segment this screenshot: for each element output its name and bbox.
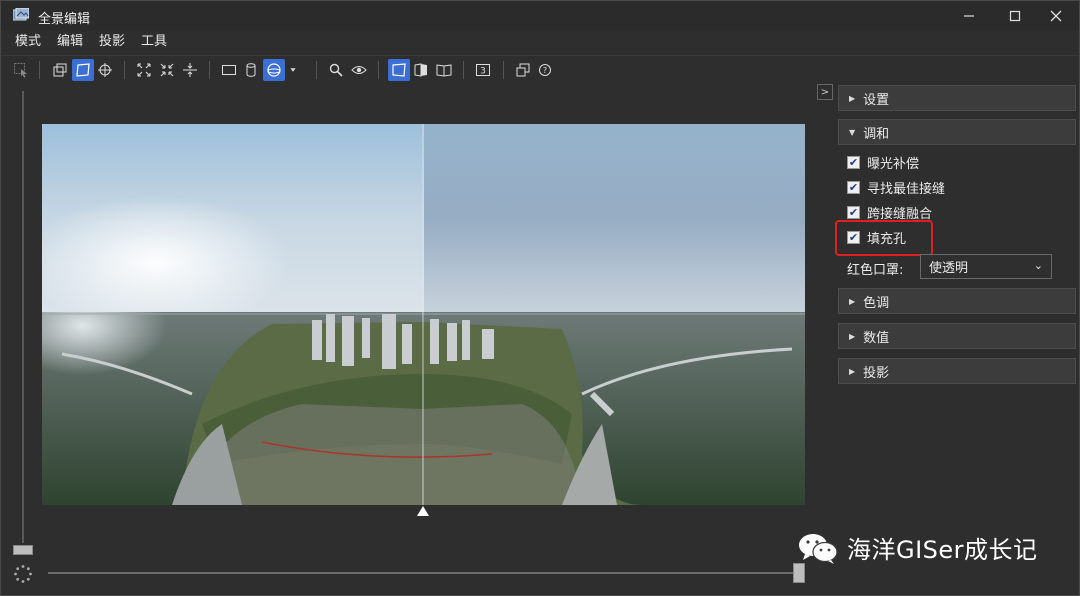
watermark-text: 海洋GISer成长记	[847, 536, 1038, 564]
warp-tool-button[interactable]	[72, 59, 94, 81]
select-cursor-icon	[14, 63, 27, 78]
section-tone[interactable]: ▶ 色调	[838, 288, 1076, 314]
title-bar: 全景编辑	[1, 1, 1079, 31]
option-blend-across-seams[interactable]: ✔ 跨接缝融合	[847, 202, 932, 222]
rectangle-icon	[222, 65, 236, 75]
view-split-button[interactable]	[410, 59, 432, 81]
export-window-icon	[516, 63, 530, 77]
close-button[interactable]	[1033, 1, 1079, 31]
compress-icon	[160, 63, 174, 77]
number-three-icon: 3	[476, 64, 490, 77]
close-icon	[1050, 10, 1062, 22]
layers-tool-button[interactable]	[49, 59, 71, 81]
panorama-view-icon	[392, 63, 406, 77]
section-label: 调和	[863, 126, 890, 142]
expand-icon	[137, 63, 151, 77]
cylindrical-button[interactable]	[240, 59, 262, 81]
spherical-button[interactable]	[263, 59, 285, 81]
view-book-button[interactable]	[433, 59, 455, 81]
option-exposure-compensation[interactable]: ✔ 曝光补偿	[847, 152, 919, 172]
triangle-right-icon: ▶	[849, 331, 856, 341]
half-view-icon	[414, 63, 427, 77]
section-label: 设置	[863, 92, 890, 108]
menu-edit[interactable]: 编辑	[49, 31, 91, 53]
menu-bar: 模式 编辑 投影 工具	[1, 31, 1079, 53]
app-icon	[13, 8, 29, 21]
checkbox-checked-icon[interactable]: ✔	[847, 205, 860, 219]
minimize-button[interactable]	[946, 1, 992, 31]
section-label: 数值	[863, 330, 890, 346]
eye-icon	[351, 66, 367, 74]
book-view-icon	[436, 64, 452, 77]
menu-mode[interactable]: 模式	[7, 31, 49, 53]
panorama-editor-window: 全景编辑 模式 编辑 投影 工具 3 ? > ▶ 设置 ▼ 调和 ✔ 曝光补偿 …	[0, 0, 1080, 596]
horizontal-slider-track[interactable]	[48, 572, 796, 574]
loading-spinner-icon	[14, 565, 32, 583]
projection-dropdown[interactable]	[286, 59, 300, 81]
red-mask-select[interactable]: 使透明 ⌄	[920, 254, 1052, 279]
preview-button[interactable]	[348, 59, 370, 81]
straighten-icon	[183, 63, 197, 77]
section-label: 色调	[863, 295, 890, 311]
section-projection[interactable]: ▶ 投影	[838, 358, 1076, 384]
triangle-right-icon: ▶	[849, 93, 856, 103]
section-settings[interactable]: ▶ 设置	[838, 85, 1076, 111]
number-view-button[interactable]: 3	[472, 59, 494, 81]
warp-icon	[76, 63, 90, 77]
crosshair-icon	[98, 63, 112, 77]
maximize-button[interactable]	[992, 1, 1038, 31]
red-mask-value: 使透明	[929, 261, 969, 276]
option-label: 寻找最佳接缝	[867, 181, 946, 197]
option-label: 跨接缝融合	[867, 206, 933, 222]
section-values[interactable]: ▶ 数值	[838, 323, 1076, 349]
menu-tools[interactable]: 工具	[133, 31, 175, 53]
seam-marker-icon[interactable]	[417, 506, 429, 516]
window-title: 全景编辑	[38, 12, 91, 27]
fill-holes-highlight-box	[835, 220, 933, 256]
chevron-down-icon: ⌄	[1033, 259, 1043, 272]
toolbar: 3 ?	[1, 55, 1079, 83]
help-button[interactable]: ?	[534, 59, 556, 81]
checkbox-checked-icon[interactable]: ✔	[847, 180, 860, 194]
search-icon	[329, 63, 343, 77]
section-label: 投影	[863, 365, 890, 381]
wechat-icon	[799, 533, 838, 564]
section-blend[interactable]: ▼ 调和	[838, 119, 1076, 145]
zoom-button[interactable]	[325, 59, 347, 81]
checkbox-checked-icon[interactable]: ✔	[847, 155, 860, 169]
straighten-tool-button[interactable]	[179, 59, 201, 81]
cylinder-icon	[246, 63, 256, 77]
maximize-icon	[1009, 10, 1021, 22]
layers-icon	[53, 63, 67, 77]
rectilinear-button[interactable]	[218, 59, 240, 81]
svg-text:?: ?	[543, 66, 547, 75]
panorama-image	[42, 124, 805, 505]
panorama-preview[interactable]	[42, 124, 805, 505]
chevron-right-icon: >	[820, 86, 830, 98]
triangle-right-icon: ▶	[849, 296, 856, 306]
fit-tool-button[interactable]	[133, 59, 155, 81]
option-label: 曝光补偿	[867, 156, 920, 172]
caret-down-icon	[290, 68, 296, 72]
crosshair-tool-button[interactable]	[94, 59, 116, 81]
option-find-best-seam[interactable]: ✔ 寻找最佳接缝	[847, 177, 945, 197]
sphere-icon	[267, 63, 281, 77]
red-mask-label: 红色口罩:	[847, 263, 904, 278]
select-tool-button[interactable]	[10, 59, 32, 81]
triangle-right-icon: ▶	[849, 366, 856, 376]
vertical-slider-track[interactable]	[22, 91, 24, 543]
menu-projection[interactable]: 投影	[91, 31, 133, 53]
export-button[interactable]	[512, 59, 534, 81]
view-single-button[interactable]	[388, 59, 410, 81]
vertical-slider-thumb[interactable]	[13, 545, 33, 555]
horizontal-slider-thumb[interactable]	[793, 563, 805, 583]
center-tool-button[interactable]	[156, 59, 178, 81]
panel-toggle-button[interactable]: >	[817, 84, 833, 100]
minimize-icon	[964, 15, 974, 17]
help-icon: ?	[539, 64, 551, 76]
watermark: 海洋GISer成长记	[797, 530, 1038, 565]
triangle-down-icon: ▼	[849, 127, 856, 137]
svg-text:3: 3	[480, 67, 486, 77]
